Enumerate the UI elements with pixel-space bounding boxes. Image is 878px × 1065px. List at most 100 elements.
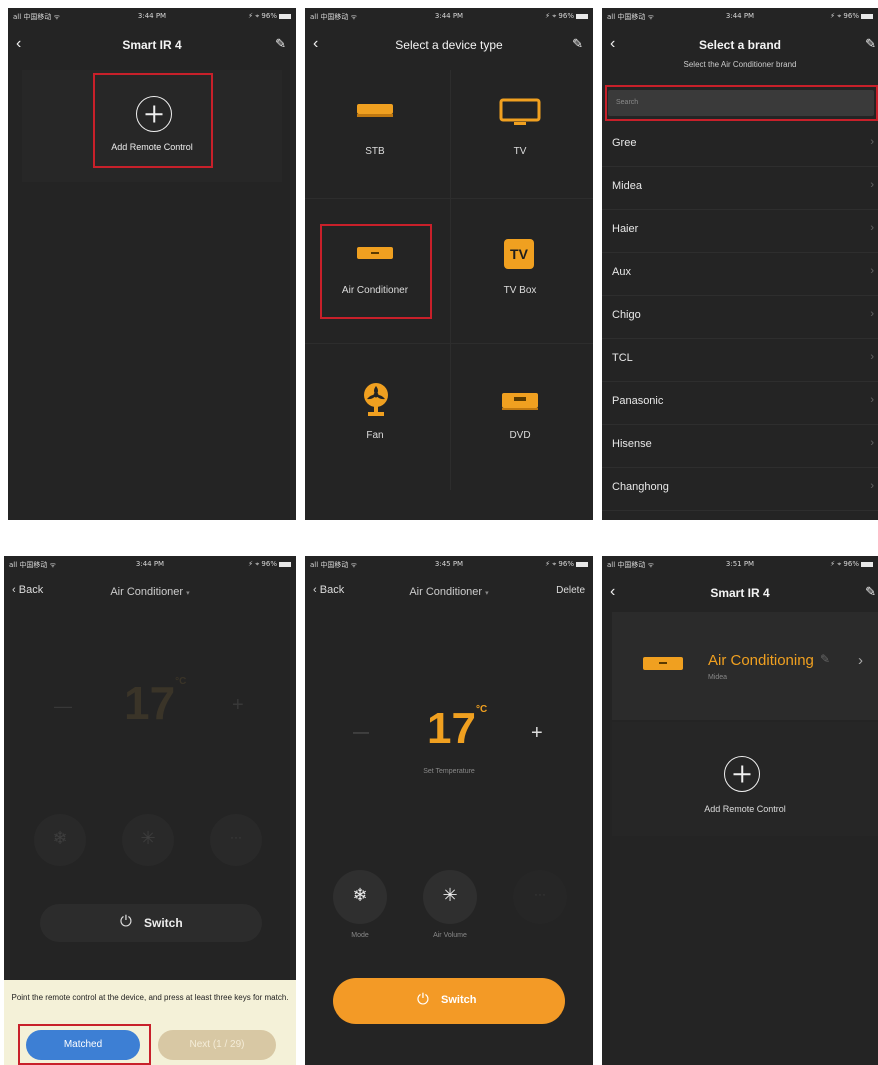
air-conditioner-icon bbox=[643, 657, 683, 670]
mode-button[interactable]: ❄ bbox=[34, 814, 86, 866]
grid-divider bbox=[305, 343, 593, 344]
temp-minus-button[interactable]: — bbox=[353, 724, 369, 742]
device-tv-box[interactable]: TV TV Box bbox=[460, 233, 580, 333]
device-fan[interactable]: Fan bbox=[315, 378, 435, 478]
add-remote-card[interactable]: Add Remote Control bbox=[612, 722, 878, 836]
device-card[interactable]: Air Conditioning ✎ Midea › bbox=[612, 612, 878, 720]
chevron-right-icon: › bbox=[870, 394, 874, 406]
brand-item[interactable]: Gree › bbox=[602, 123, 878, 167]
chevron-right-icon: › bbox=[870, 308, 874, 320]
battery-icon bbox=[576, 561, 588, 567]
highlight-box bbox=[18, 1024, 151, 1065]
temp-plus-button[interactable]: + bbox=[232, 694, 244, 717]
battery-text: ⚡ ⌖ 96% bbox=[545, 560, 574, 568]
temp-value: 17 bbox=[124, 677, 176, 729]
temp-unit: °C bbox=[475, 704, 488, 715]
device-label: TV bbox=[513, 146, 527, 157]
page-title[interactable]: Air Conditioner ▾ bbox=[4, 586, 296, 598]
device-label: STB bbox=[365, 146, 385, 157]
tv-icon bbox=[499, 98, 541, 125]
fan-icon bbox=[364, 383, 388, 416]
brand-item[interactable]: TCL › bbox=[602, 338, 878, 382]
brand-item[interactable]: Changhong › bbox=[602, 467, 878, 511]
chevron-right-icon: › bbox=[870, 222, 874, 234]
status-bar: all 中国移动 ᯤ 3:44 PM ⚡ ⌖ 96% bbox=[602, 8, 878, 24]
status-bar: all 中国移动 ᯤ 3:44 PM ⚡ ⌖ 96% bbox=[305, 8, 593, 24]
switch-button[interactable]: ⏻ Switch bbox=[333, 978, 565, 1024]
temp-minus-button[interactable]: — bbox=[54, 696, 72, 717]
battery-indicator: ⚡ ⌖ 96% bbox=[248, 12, 291, 21]
rename-pencil-icon[interactable]: ✎ bbox=[820, 652, 830, 666]
brand-subtitle: Select the Air Conditioner brand bbox=[683, 60, 797, 69]
brand-item[interactable]: Midea › bbox=[602, 166, 878, 210]
add-remote-label[interactable]: Add Remote Control bbox=[612, 804, 878, 814]
device-stb[interactable]: STB bbox=[315, 88, 435, 188]
air-volume-button[interactable]: ✳ bbox=[122, 814, 174, 866]
tv-box-icon: TV bbox=[504, 239, 534, 269]
match-panel: Point the remote control at the device, … bbox=[4, 980, 296, 1065]
brand-item[interactable]: Panasonic › bbox=[602, 381, 878, 425]
chevron-down-icon: ▾ bbox=[485, 590, 489, 597]
more-icon: ··· bbox=[230, 830, 242, 844]
page-title: Select a device type bbox=[395, 38, 503, 52]
page-title: Smart IR 4 bbox=[710, 586, 770, 600]
next-button[interactable]: Next (1 / 29) bbox=[158, 1030, 276, 1060]
battery-indicator: ⚡ ⌖ 96% bbox=[830, 12, 873, 21]
edit-pencil-icon[interactable]: ✎ bbox=[572, 36, 583, 52]
brand-name: Chigo bbox=[612, 309, 641, 321]
next-label: Next (1 / 29) bbox=[189, 1039, 245, 1050]
add-plus-icon[interactable] bbox=[724, 756, 760, 792]
screen-device-type: all 中国移动 ᯤ 3:44 PM ⚡ ⌖ 96% ‹ Select a de… bbox=[305, 8, 593, 520]
more-icon: ··· bbox=[534, 887, 546, 901]
battery-indicator: ⚡ ⌖ 96% bbox=[545, 12, 588, 21]
chevron-right-icon: › bbox=[870, 265, 874, 277]
battery-icon bbox=[576, 13, 588, 19]
screen-ac-control: all 中国移动 ᯤ 3:45 PM ⚡ ⌖ 96% ‹ Back Air Co… bbox=[305, 556, 593, 1065]
chevron-down-icon: ▾ bbox=[186, 590, 190, 597]
device-dvd[interactable]: DVD bbox=[460, 378, 580, 478]
delete-button[interactable]: Delete bbox=[556, 585, 585, 596]
battery-icon bbox=[861, 13, 873, 19]
brand-name: Changhong bbox=[612, 481, 669, 493]
device-brand: Midea bbox=[708, 674, 728, 681]
temp-unit: °C bbox=[175, 676, 187, 687]
brand-item[interactable]: Chigo › bbox=[602, 295, 878, 339]
edit-pencil-icon[interactable]: ✎ bbox=[865, 36, 876, 52]
page-title: Select a brand bbox=[698, 38, 782, 52]
dvd-icon bbox=[502, 393, 538, 410]
status-bar: all 中国移动 ᯤ 3:44 PM ⚡ ⌖ 96% bbox=[4, 556, 296, 572]
page-title[interactable]: Air Conditioner ▾ bbox=[305, 586, 593, 598]
highlight-box bbox=[93, 73, 213, 168]
brand-item[interactable]: Aux › bbox=[602, 252, 878, 296]
switch-label: Switch bbox=[144, 916, 183, 930]
switch-button[interactable]: ⏻ Switch bbox=[40, 904, 262, 942]
brand-item[interactable]: Haier › bbox=[602, 209, 878, 253]
status-bar: all 中国移动 ᯤ 3:51 PM ⚡ ⌖ 96% bbox=[602, 556, 878, 572]
battery-indicator: ⚡ ⌖ 96% bbox=[248, 560, 291, 569]
chevron-right-icon: › bbox=[870, 136, 874, 148]
brand-name: Aux bbox=[612, 266, 631, 278]
edit-pencil-icon[interactable]: ✎ bbox=[865, 584, 876, 600]
stb-icon bbox=[357, 104, 393, 117]
battery-indicator: ⚡ ⌖ 96% bbox=[545, 560, 588, 569]
battery-indicator: ⚡ ⌖ 96% bbox=[830, 560, 873, 569]
switch-label: Switch bbox=[441, 994, 477, 1006]
nav-bar: ‹ Back Air Conditioner ▾ Delete bbox=[305, 574, 593, 612]
air-volume-button[interactable]: ✳ bbox=[423, 870, 477, 924]
fan-icon: ✳ bbox=[140, 828, 156, 848]
mode-button[interactable]: ❄ bbox=[333, 870, 387, 924]
power-icon: ⏻ bbox=[417, 991, 429, 1008]
edit-pencil-icon[interactable]: ✎ bbox=[275, 36, 286, 52]
chevron-right-icon[interactable]: › bbox=[858, 652, 863, 669]
temp-plus-button[interactable]: + bbox=[531, 722, 543, 745]
more-button[interactable]: ··· bbox=[513, 870, 567, 924]
grid-divider bbox=[450, 70, 451, 490]
temperature-display: 17°C bbox=[427, 704, 487, 754]
more-button[interactable]: ··· bbox=[210, 814, 262, 866]
device-tv[interactable]: TV bbox=[460, 88, 580, 188]
device-label: Fan bbox=[366, 430, 384, 441]
battery-icon bbox=[861, 561, 873, 567]
brand-item[interactable]: Hisense › bbox=[602, 424, 878, 468]
temperature-display: 17°C bbox=[124, 676, 186, 730]
device-label: DVD bbox=[509, 430, 531, 441]
